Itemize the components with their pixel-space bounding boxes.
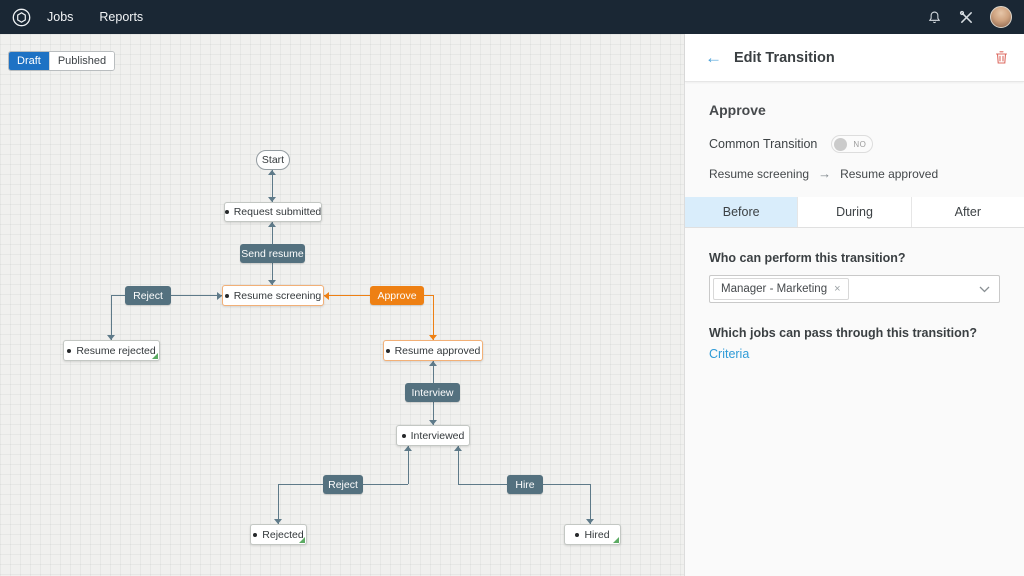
transition-reject-interview[interactable]: Reject xyxy=(323,475,363,494)
transition-hire[interactable]: Hire xyxy=(507,475,543,494)
transition-reject-screening[interactable]: Reject xyxy=(125,286,171,305)
state-bullet-icon xyxy=(402,434,406,438)
published-tab[interactable]: Published xyxy=(49,52,114,70)
connector xyxy=(458,446,459,484)
arrow-right-icon: → xyxy=(818,166,831,181)
state-label: Resume approved xyxy=(395,345,481,357)
state-label: Interviewed xyxy=(411,430,465,442)
panel-title: Edit Transition xyxy=(734,50,835,66)
transition-summary-section: Approve Common Transition NO Resume scre… xyxy=(685,102,1024,181)
connector xyxy=(111,295,112,340)
transition-from-to: Resume screening → Resume approved xyxy=(709,166,1000,181)
node-resume-approved[interactable]: Resume approved xyxy=(383,340,483,361)
edit-transition-panel: ← Edit Transition Approve Common Transit… xyxy=(684,34,1024,576)
role-multiselect[interactable]: Manager - Marketing × xyxy=(709,275,1000,303)
from-state-label: Resume screening xyxy=(709,167,809,181)
arrowhead-icon xyxy=(268,222,276,227)
navbar-right xyxy=(926,6,1012,28)
transition-send-resume[interactable]: Send resume xyxy=(240,244,305,263)
state-label: Rejected xyxy=(262,529,303,541)
common-transition-label: Common Transition xyxy=(709,137,817,151)
state-label: Resume rejected xyxy=(76,345,155,357)
node-interviewed[interactable]: Interviewed xyxy=(396,425,470,446)
state-bullet-icon xyxy=(386,349,390,353)
transition-phase-tabs: Before During After xyxy=(685,197,1024,228)
to-state-label: Resume approved xyxy=(840,167,938,181)
connector xyxy=(278,484,279,524)
state-bullet-icon xyxy=(225,210,229,214)
jobs-question: Which jobs can pass through this transit… xyxy=(709,326,1000,340)
connector xyxy=(590,484,591,524)
node-request-submitted[interactable]: Request submitted xyxy=(224,202,322,222)
node-resume-screening[interactable]: Resume screening xyxy=(222,285,324,306)
corner-flag-icon xyxy=(152,353,158,359)
node-rejected[interactable]: Rejected xyxy=(250,524,307,545)
arrowhead-icon xyxy=(454,446,462,451)
top-navbar: Jobs Reports xyxy=(0,0,1024,34)
state-label: Request submitted xyxy=(234,206,322,218)
nav-item-jobs[interactable]: Jobs xyxy=(47,10,73,24)
arrowhead-icon xyxy=(268,170,276,175)
state-bullet-icon xyxy=(575,533,579,537)
chevron-down-icon xyxy=(979,286,990,293)
selected-role-tag: Manager - Marketing × xyxy=(713,278,849,300)
brand-logo-icon[interactable] xyxy=(12,8,31,27)
state-bullet-icon xyxy=(253,533,257,537)
role-tag-label: Manager - Marketing xyxy=(721,283,827,295)
state-label: Hired xyxy=(584,529,609,541)
connector xyxy=(408,446,409,484)
tab-after[interactable]: After xyxy=(911,197,1024,227)
delete-transition-trash-icon[interactable] xyxy=(995,50,1008,65)
panel-header: ← Edit Transition xyxy=(685,34,1024,82)
node-hired[interactable]: Hired xyxy=(564,524,621,545)
state-bullet-icon xyxy=(67,349,71,353)
back-arrow-icon[interactable]: ← xyxy=(705,49,722,66)
connector-selected xyxy=(433,295,434,340)
arrowhead-icon xyxy=(429,361,437,366)
draft-tab[interactable]: Draft xyxy=(9,52,49,70)
toggle-value: NO xyxy=(853,140,866,149)
state-label: Resume screening xyxy=(234,290,322,302)
tab-before[interactable]: Before xyxy=(685,197,797,227)
workflow-canvas[interactable]: Draft Published xyxy=(0,34,684,576)
before-tab-content: Who can perform this transition? Manager… xyxy=(685,251,1024,361)
arrowhead-icon xyxy=(404,446,412,451)
who-question: Who can perform this transition? xyxy=(709,251,1000,265)
notifications-bell-icon[interactable] xyxy=(926,9,942,25)
corner-flag-icon xyxy=(613,537,619,543)
nav-item-reports[interactable]: Reports xyxy=(99,10,143,24)
toggle-knob xyxy=(834,138,847,151)
settings-tools-icon[interactable] xyxy=(958,9,974,25)
node-start[interactable]: Start xyxy=(256,150,290,170)
user-avatar[interactable] xyxy=(990,6,1012,28)
criteria-link[interactable]: Criteria xyxy=(709,347,749,361)
transition-name: Approve xyxy=(709,102,1000,118)
corner-flag-icon xyxy=(299,537,305,543)
transition-approve[interactable]: Approve xyxy=(370,286,424,305)
workflow-editor-app: Jobs Reports Draft Published xyxy=(0,0,1024,576)
remove-tag-icon[interactable]: × xyxy=(834,283,840,295)
common-transition-toggle[interactable]: NO xyxy=(831,135,873,153)
tab-during[interactable]: During xyxy=(797,197,910,227)
arrowhead-icon xyxy=(324,292,329,300)
transition-interview[interactable]: Interview xyxy=(405,383,460,402)
draft-published-toggle: Draft Published xyxy=(8,51,115,71)
node-resume-rejected[interactable]: Resume rejected xyxy=(63,340,160,361)
state-bullet-icon xyxy=(225,294,229,298)
